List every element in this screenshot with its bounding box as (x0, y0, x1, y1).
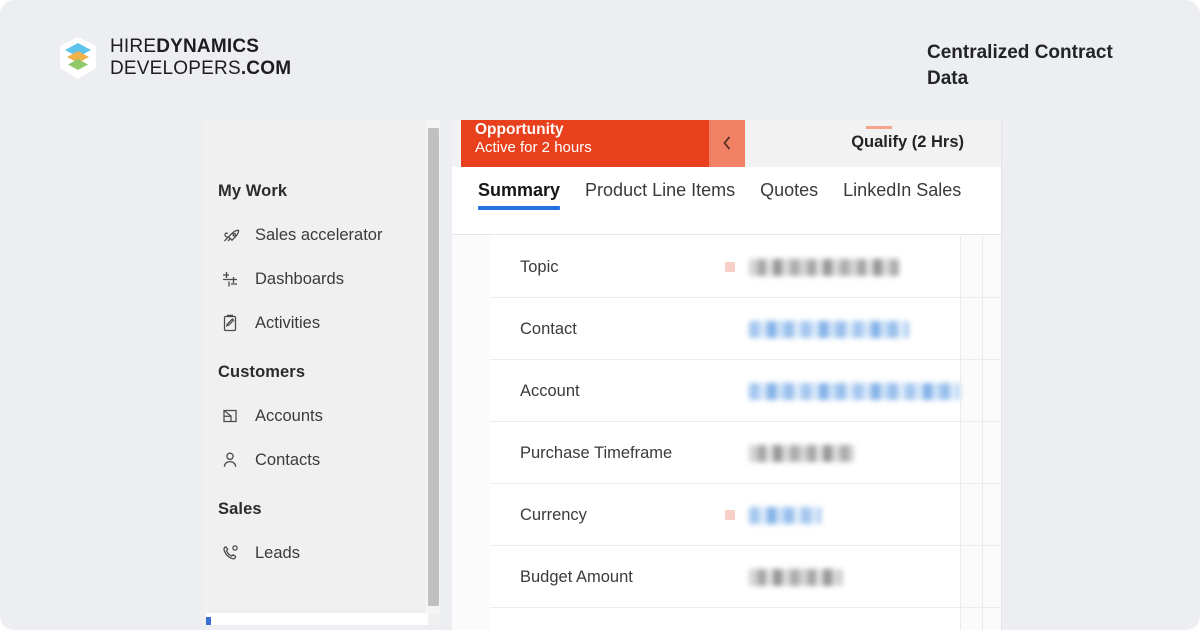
field-value-redacted[interactable] (749, 320, 909, 338)
form-field-contact: Contact (490, 298, 1000, 360)
brand-line-1: HIREDYNAMICS (110, 36, 291, 58)
screenshot-page: HIREDYNAMICS DEVELOPERS.COM Centralized … (0, 0, 1200, 630)
form-field-budget-amount: Budget Amount (490, 546, 1000, 608)
sidebar-item-label: Sales accelerator (255, 225, 383, 244)
brand-dynamics: DYNAMICS (156, 36, 260, 57)
sidebar-scrollbar[interactable] (426, 120, 440, 614)
brand-line-2: DEVELOPERS.COM (110, 58, 291, 80)
required-indicator (725, 572, 735, 582)
person-icon (219, 450, 240, 471)
tab-summary[interactable]: Summary (478, 180, 561, 213)
sidebar-item-label: Contacts (255, 450, 321, 469)
required-indicator (725, 448, 735, 458)
summary-form: Topic Contact Account Purchase Timeframe… (452, 236, 1002, 630)
field-value-redacted[interactable] (749, 382, 960, 400)
nav-group-title-customers: Customers (218, 363, 306, 381)
sidebar-item-contacts[interactable]: Contacts (202, 438, 440, 482)
bpf-next-stage-label: Qualify (851, 133, 908, 151)
brand-developers: DEVELOPERS (110, 58, 241, 80)
required-indicator (725, 324, 735, 334)
sidebar-item-leads[interactable]: Leads (202, 531, 440, 575)
bpf-active-stage[interactable]: Opportunity Active for 2 hours (461, 120, 709, 167)
sidebar-item-label: Accounts (255, 406, 323, 425)
business-process-flow: Opportunity Active for 2 hours Qualify (… (452, 120, 1002, 167)
field-label: Currency (520, 505, 587, 524)
form-divider-left (960, 236, 961, 630)
form-field-currency: Currency (490, 484, 1000, 546)
field-label: Budget Amount (520, 567, 633, 586)
rocket-icon (219, 225, 240, 246)
field-value-redacted[interactable] (749, 444, 854, 462)
brand-dotcom: .COM (240, 58, 292, 80)
layered-stack-logo-icon (58, 36, 98, 80)
clipboard-icon (219, 313, 240, 334)
bpf-next-stage[interactable]: Qualify (2 Hrs) (851, 133, 964, 152)
sidebar-item-accounts[interactable]: Accounts (202, 394, 440, 438)
sidebar-item-dashboards[interactable]: Dashboards (202, 257, 440, 301)
field-label: Account (520, 381, 580, 400)
field-label: Contact (520, 319, 577, 338)
nav-group-title-sales: Sales (218, 500, 262, 518)
required-indicator (725, 510, 735, 520)
record-form-pane: Opportunity Active for 2 hours Qualify (… (452, 120, 1002, 630)
form-field-topic: Topic (490, 236, 1000, 298)
sidebar-item-activities[interactable]: Activities (202, 301, 440, 345)
sidebar-item-label: Dashboards (255, 269, 344, 288)
tab-linkedin-sales[interactable]: LinkedIn Sales (843, 180, 961, 213)
sidebar-scrollbar-thumb[interactable] (428, 128, 439, 606)
form-field-purchase-timeframe: Purchase Timeframe (490, 422, 1000, 484)
bpf-stage-title: Opportunity (475, 121, 564, 138)
field-value-redacted[interactable] (749, 506, 821, 524)
page-title: Centralized Contract Data (927, 42, 1113, 89)
sidebar-item-label: Leads (255, 543, 300, 562)
field-label: Topic (520, 257, 559, 276)
sidebar-item-sales-accelerator[interactable]: Sales accelerator (202, 213, 440, 257)
bpf-stage-subtitle: Active for 2 hours (475, 139, 592, 156)
building-icon (219, 406, 240, 427)
chevron-left-icon[interactable] (709, 120, 745, 167)
sidebar-bottom-accent (206, 617, 211, 625)
field-value-redacted[interactable] (749, 568, 842, 586)
tab-quotes[interactable]: Quotes (760, 180, 818, 213)
nav-group-title-my-work: My Work (218, 182, 288, 200)
sidebar-bottom-strip (206, 613, 428, 625)
record-tab-strip: Summary Product Line Items Quotes Linked… (452, 167, 1002, 235)
form-field-account: Account (490, 360, 1000, 422)
form-column: Topic Contact Account Purchase Timeframe… (490, 236, 1000, 630)
sitemap-navigation: My Work Sales accelerator Dashboards Act… (202, 120, 440, 625)
required-indicator (725, 386, 735, 396)
brand-wordmark: HIREDYNAMICS DEVELOPERS.COM (110, 36, 291, 81)
field-label: Purchase Timeframe (520, 443, 673, 462)
pane-right-edge (1001, 120, 1002, 630)
form-divider-right (982, 236, 983, 630)
app-screenshot: My Work Sales accelerator Dashboards Act… (202, 120, 1002, 630)
bpf-next-stage-duration: (2 Hrs) (911, 133, 964, 151)
required-indicator (725, 262, 735, 272)
tab-product-line-items[interactable]: Product Line Items (585, 180, 735, 213)
bpf-stage-marker (866, 126, 892, 129)
sidebar-item-label: Activities (255, 313, 321, 332)
dashboard-icon (219, 269, 240, 290)
phone-icon (219, 543, 240, 564)
field-value-redacted[interactable] (749, 258, 899, 276)
brand-hire: HIRE (110, 36, 157, 57)
brand-logo: HIREDYNAMICS DEVELOPERS.COM (58, 36, 291, 81)
